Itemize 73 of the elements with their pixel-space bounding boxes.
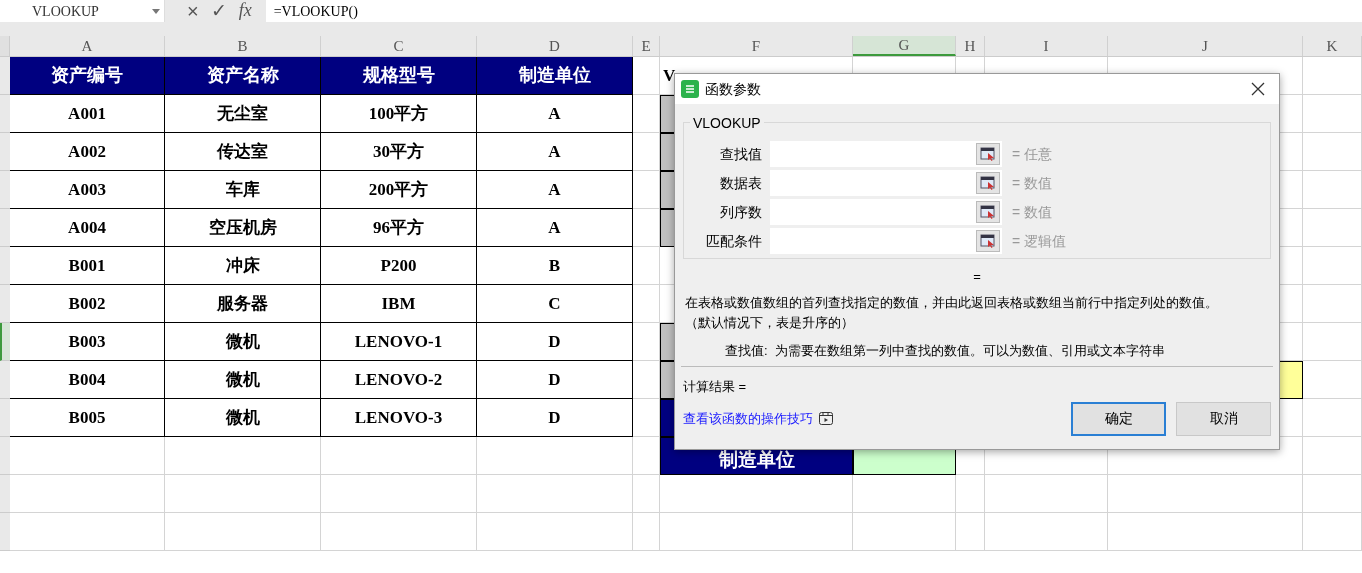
table-cell-text: 200平方 — [368, 178, 429, 201]
table-cell-text: P200 — [380, 254, 417, 277]
table-cell-text: 空压机房 — [208, 216, 277, 239]
calculation-result: 计算结果 = — [683, 378, 748, 396]
table-cell-text: 冲床 — [225, 254, 260, 277]
parameter-help: 查找值: 为需要在数组第一列中查找的数值。可以为数值、引用或文本字符串 — [725, 341, 1166, 360]
table-cell-text: 无尘室 — [217, 102, 268, 125]
column-header[interactable]: A — [10, 36, 165, 56]
column-header[interactable]: B — [165, 36, 321, 56]
table-cell-text: A — [548, 178, 561, 201]
table-cell-text: B003 — [68, 330, 106, 353]
column-header-cell-text: 资产名称 — [206, 64, 279, 87]
column-header[interactable]: H — [956, 36, 985, 56]
table-cell-text: 微机 — [225, 406, 260, 429]
table-cell-text: B — [548, 254, 561, 277]
dialog-button[interactable]: 确定 — [1071, 401, 1166, 436]
table-cell-text: 微机 — [225, 368, 260, 391]
parameter-label: 查找值 — [719, 144, 763, 164]
table-cell-text: B005 — [68, 406, 106, 429]
column-header-cell-text: 制造单位 — [518, 64, 591, 87]
table-cell-text: A002 — [68, 140, 106, 163]
table-cell-text: 服务器 — [217, 292, 268, 315]
parameter-type: = 数值 — [1012, 173, 1053, 193]
column-header[interactable]: D — [477, 36, 633, 56]
table-cell-text: LENOVO-3 — [354, 406, 443, 429]
formula-input[interactable]: =VLOOKUP() — [265, 0, 1362, 22]
parameter-label: 匹配条件 — [705, 231, 763, 251]
sheet-title: V — [663, 64, 676, 87]
table-cell-text: A001 — [68, 102, 106, 125]
table-cell-text: 100平方 — [368, 102, 429, 125]
table-cell-text: LENOVO-2 — [354, 368, 443, 391]
table-cell-text: A004 — [68, 216, 106, 239]
table-cell-text: 30平方 — [373, 140, 424, 163]
dialog-button[interactable]: 取消 — [1176, 401, 1271, 436]
table-cell-text: A — [548, 140, 561, 163]
column-header-cell-text: 资产编号 — [51, 64, 123, 87]
column-header-cell-text: 规格型号 — [362, 64, 435, 87]
table-cell-text: A003 — [68, 178, 106, 201]
parameter-type: = 任意 — [1012, 144, 1053, 164]
table-cell-text: 车库 — [225, 178, 260, 201]
column-header[interactable]: I — [985, 36, 1108, 56]
parameter-type: = 逻辑值 — [1012, 231, 1067, 251]
parameter-label: 数据表 — [719, 173, 763, 193]
table-cell-text: D — [548, 368, 561, 391]
function-description: 在表格或数值数组的首列查找指定的数值，并由此返回表格或数组当前行中指定列处的数值。（默认情况下，表是升序的） — [685, 293, 1219, 332]
table-cell-text: A — [548, 216, 561, 239]
parameter-type: = 数值 — [1012, 202, 1053, 222]
column-header[interactable]: E — [633, 36, 660, 56]
table-cell-text: 微机 — [225, 330, 260, 353]
column-header[interactable]: G — [853, 36, 956, 56]
table-cell-text: D — [548, 330, 561, 353]
table-cell-text: D — [548, 406, 561, 429]
table-cell-text: B001 — [68, 254, 106, 277]
parameter-label: 列序数 — [719, 202, 763, 222]
insert-function-button[interactable]: fx — [238, 1, 252, 19]
table-cell-text: C — [548, 292, 561, 315]
confirm-button[interactable]: ✓ — [210, 1, 227, 20]
column-header[interactable]: K — [1303, 36, 1362, 56]
result-preview: = — [973, 268, 981, 286]
dialog-title: 函数参数 — [705, 79, 762, 99]
table-cell-text: 传达室 — [217, 140, 268, 163]
table-cell-text: B002 — [68, 292, 106, 315]
column-header[interactable]: J — [1108, 36, 1303, 56]
table-cell-text: LENOVO-1 — [354, 330, 443, 353]
table-cell-text: B004 — [68, 368, 106, 391]
cancel-button[interactable]: × — [187, 1, 199, 21]
table-cell-text: A — [548, 102, 561, 125]
table-cell-text: 96平方 — [373, 216, 424, 239]
column-header[interactable]: C — [321, 36, 477, 56]
table-cell-text: IBM — [381, 292, 416, 315]
label-cell-text: 制造单位 — [718, 447, 795, 472]
name-box[interactable]: VLOOKUP — [0, 0, 165, 22]
tips-link[interactable]: 查看该函数的操作技巧 — [683, 408, 813, 429]
